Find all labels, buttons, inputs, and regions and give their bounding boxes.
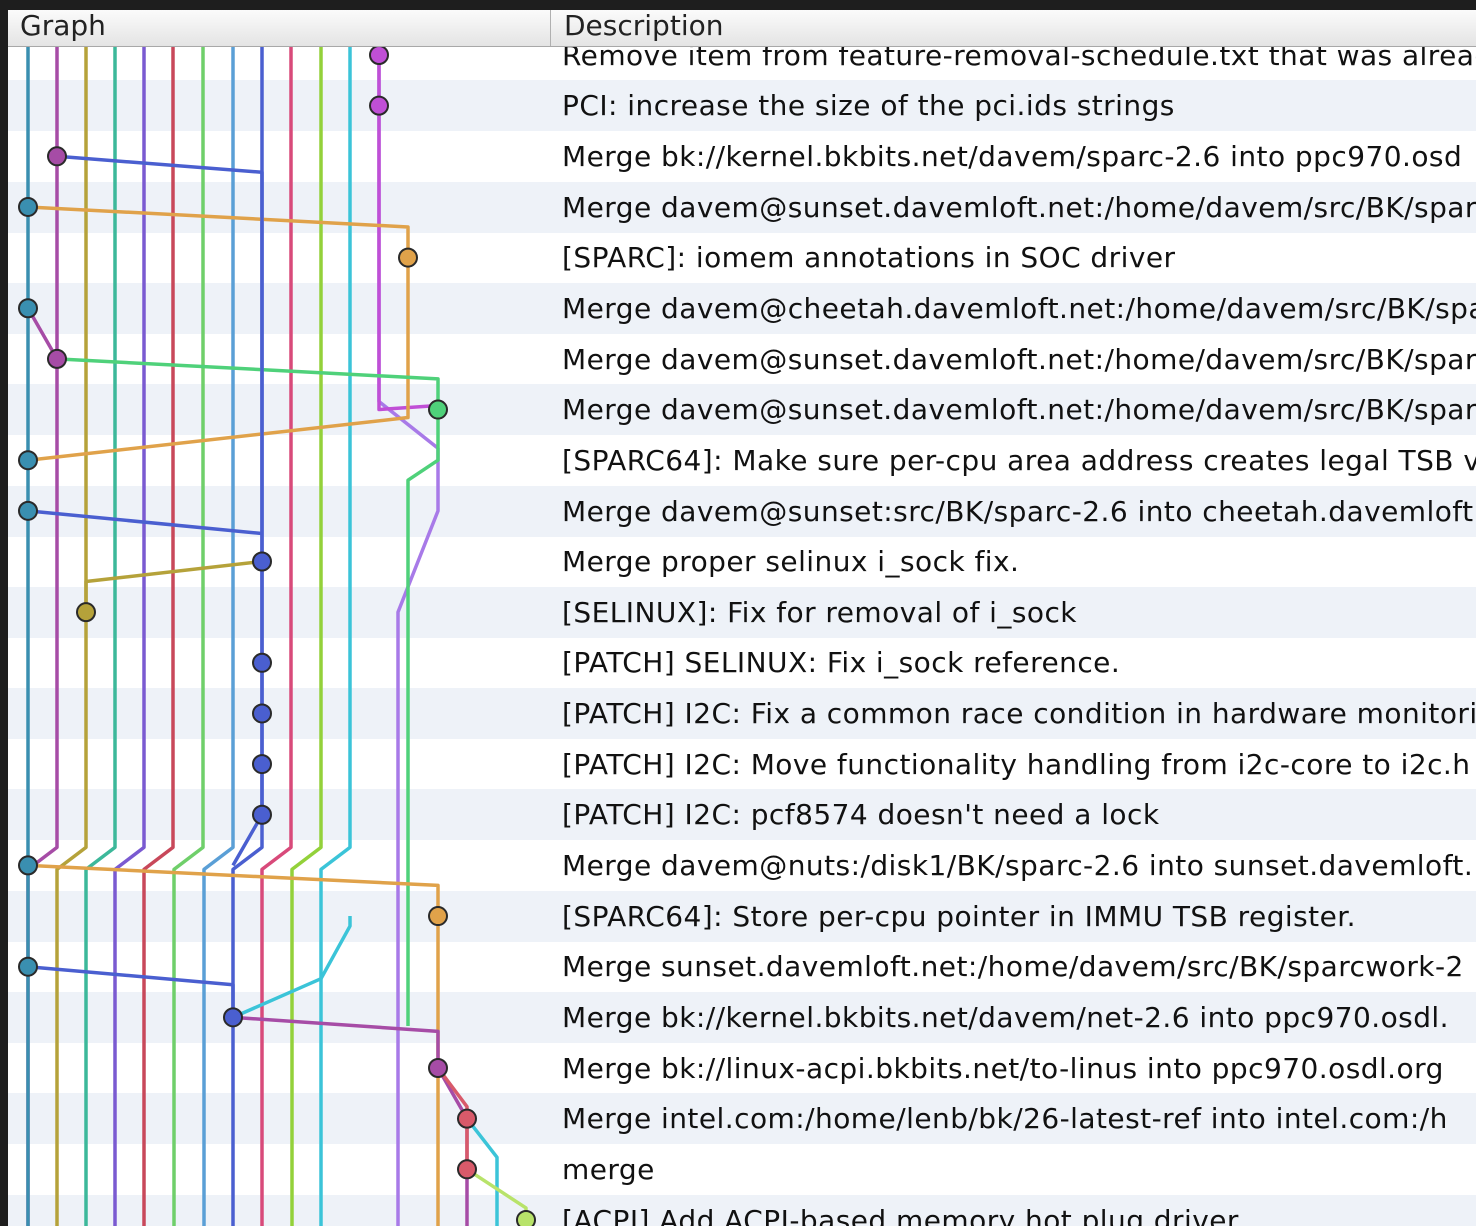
commit-message: Merge davem@sunset.davemloft.net:/home/d… bbox=[562, 393, 1476, 427]
commit-message: [PATCH] SELINUX: Fix i_sock reference. bbox=[562, 646, 1121, 680]
commit-node[interactable] bbox=[223, 1007, 243, 1028]
commit-node[interactable] bbox=[76, 602, 96, 623]
commit-message: [SPARC64]: Store per-cpu pointer in IMMU… bbox=[562, 899, 1357, 933]
commit-message: Merge proper selinux i_sock fix. bbox=[562, 545, 1020, 579]
commit-node[interactable] bbox=[428, 399, 448, 420]
graph-lane bbox=[202, 46, 235, 1226]
commit-node[interactable] bbox=[18, 450, 38, 471]
graph-lane bbox=[84, 46, 117, 1226]
graph-lane bbox=[142, 46, 175, 1226]
commit-message: [PATCH] I2C: Fix a common race condition… bbox=[562, 697, 1476, 731]
commit-node[interactable] bbox=[252, 754, 272, 775]
commit-message: Merge davem@sunset:src/BK/sparc-2.6 into… bbox=[562, 494, 1476, 528]
commit-message: [SELINUX]: Fix for removal of i_sock bbox=[562, 595, 1077, 629]
graph-lane bbox=[231, 46, 264, 1226]
graph-lane bbox=[55, 46, 88, 1226]
commit-message: PCI: increase the size of the pci.ids st… bbox=[562, 89, 1175, 123]
commit-message: merge bbox=[562, 1152, 655, 1186]
history-window: Remove item from feature-removal-schedul… bbox=[8, 10, 1476, 1226]
column-header-bar: Graph Description bbox=[8, 10, 1476, 47]
commit-message: Merge bk://kernel.bkbits.net/davem/sparc… bbox=[562, 139, 1463, 173]
graph-lane bbox=[113, 46, 146, 1226]
commit-message: Merge bk://linux-acpi.bkbits.net/to-linu… bbox=[562, 1051, 1444, 1085]
commit-message: Merge sunset.davemloft.net:/home/davem/s… bbox=[562, 950, 1464, 984]
commit-message: Merge davem@sunset.davemloft.net:/home/d… bbox=[562, 342, 1476, 376]
commit-node[interactable] bbox=[252, 551, 272, 572]
column-divider[interactable] bbox=[550, 10, 551, 46]
commit-node[interactable] bbox=[457, 1108, 477, 1129]
commit-node[interactable] bbox=[428, 1058, 448, 1078]
commit-node[interactable] bbox=[18, 500, 38, 521]
commit-message: Merge davem@sunset.davemloft.net:/home/d… bbox=[562, 190, 1476, 224]
commit-message: [SPARC64]: Make sure per-cpu area addres… bbox=[562, 443, 1476, 477]
column-header-graph[interactable]: Graph bbox=[20, 10, 550, 46]
commit-message: [SPARC]: iomem annotations in SOC driver bbox=[562, 241, 1176, 275]
commit-message: Merge intel.com:/home/lenb/bk/26-latest-… bbox=[562, 1102, 1448, 1136]
commit-node[interactable] bbox=[252, 804, 272, 825]
commit-node[interactable] bbox=[457, 1159, 477, 1180]
column-header-description[interactable]: Description bbox=[564, 10, 1464, 46]
graph-branch bbox=[232, 1015, 469, 1226]
commit-node[interactable] bbox=[47, 146, 67, 167]
graph-lane bbox=[260, 46, 293, 1226]
commit-node[interactable] bbox=[252, 652, 272, 673]
commit-node[interactable] bbox=[18, 298, 38, 319]
commit-graph bbox=[18, 45, 536, 1226]
commit-message: Merge bk://kernel.bkbits.net/davem/net-2… bbox=[562, 1001, 1450, 1035]
commit-node[interactable] bbox=[18, 956, 38, 977]
commit-message: Merge davem@nuts:/disk1/BK/sparc-2.6 int… bbox=[562, 849, 1474, 883]
graph-lane bbox=[26, 46, 59, 1226]
commit-node[interactable] bbox=[398, 247, 418, 268]
commit-message: Merge davem@cheetah.davemloft.net:/home/… bbox=[562, 291, 1476, 325]
commit-node[interactable] bbox=[428, 906, 448, 927]
commit-message: [PATCH] I2C: pcf8574 doesn't need a lock bbox=[562, 798, 1160, 832]
graph-lane bbox=[172, 46, 205, 1226]
commit-message: [ACPI] Add ACPI-based memory hot plug dr… bbox=[562, 1203, 1246, 1226]
commit-node[interactable] bbox=[18, 855, 38, 876]
commit-node[interactable] bbox=[18, 196, 38, 217]
commit-node[interactable] bbox=[47, 348, 67, 369]
commit-node[interactable] bbox=[252, 703, 272, 724]
commit-node[interactable] bbox=[369, 45, 389, 65]
commit-node[interactable] bbox=[516, 1209, 536, 1226]
commit-node[interactable] bbox=[369, 95, 389, 116]
commit-message: [PATCH] I2C: Move functionality handling… bbox=[562, 747, 1471, 781]
